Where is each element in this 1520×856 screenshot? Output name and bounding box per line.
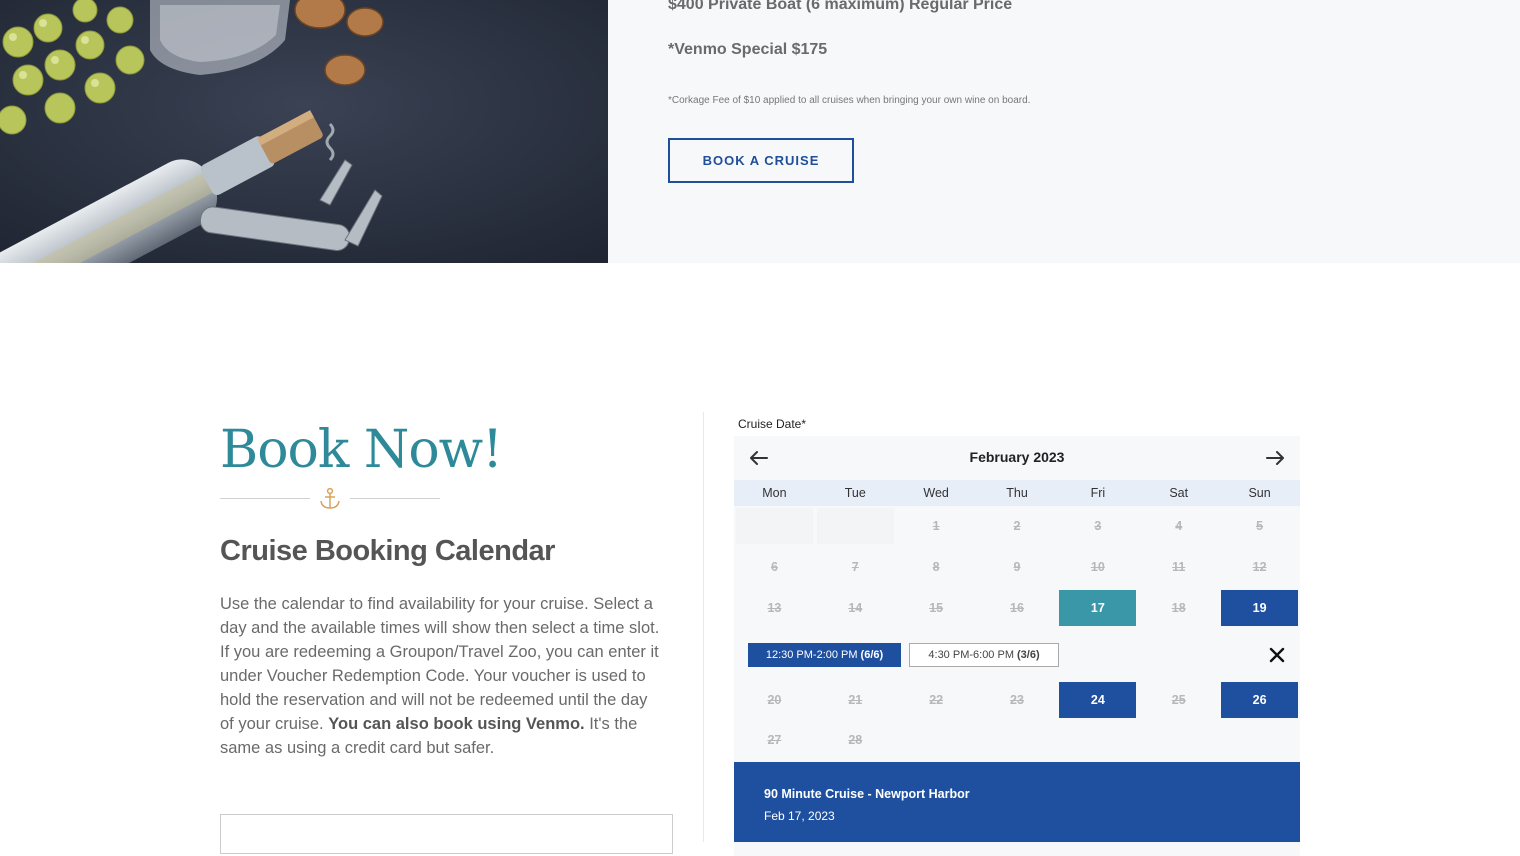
- weekday-label: Sun: [1248, 486, 1271, 500]
- calendar-day: 23: [978, 682, 1056, 718]
- calendar-day: 28: [816, 722, 894, 758]
- weekday-label: Thu: [1006, 486, 1028, 500]
- cruise-date-label: Cruise Date*: [738, 417, 807, 431]
- wine-photo: [0, 0, 608, 263]
- weekday-label: Fri: [1090, 486, 1106, 500]
- weekday-header: Mon Tue Wed Thu Fri Sat Sun: [734, 480, 1300, 506]
- time-slot-time: 4:30 PM-6:00 PM: [928, 649, 1014, 661]
- book-cruise-button[interactable]: BOOK A CRUISE: [668, 138, 854, 183]
- arrow-right-icon[interactable]: [1263, 446, 1287, 470]
- description-venmo-text: You can also book using Venmo.: [328, 715, 585, 733]
- cruise-name: 90 Minute Cruise - Newport Harbor: [764, 787, 970, 801]
- description-text: Use the calendar to find availability fo…: [220, 595, 660, 733]
- wine-hero-image: [0, 0, 608, 263]
- time-slot-capacity: (6/6): [860, 649, 884, 661]
- calendar-day: 25: [1140, 682, 1218, 718]
- calendar-day: 6: [735, 549, 813, 585]
- calendar-day: 22: [897, 682, 975, 718]
- calendar-day[interactable]: 17: [1059, 590, 1137, 626]
- time-slot-time: 12:30 PM-2:00 PM: [765, 649, 858, 661]
- heading-divider: [220, 487, 440, 511]
- calendar-day: 1: [897, 508, 975, 544]
- weekday-label: Mon: [762, 486, 787, 500]
- weekday-label: Sat: [1169, 486, 1189, 500]
- calendar-day[interactable]: 24: [1059, 682, 1137, 718]
- column-divider: [703, 412, 704, 842]
- calendar-empty-cell: [735, 508, 813, 544]
- book-now-heading: Book Now!: [220, 420, 503, 480]
- selected-cruise-summary: 90 Minute Cruise - Newport Harbor Feb 17…: [734, 762, 1300, 842]
- calendar-day: 11: [1140, 549, 1218, 585]
- calendar-day: 3: [1059, 508, 1137, 544]
- weekday-label: Tue: [844, 486, 866, 500]
- calendar-day[interactable]: 26: [1221, 682, 1299, 718]
- voucher-code-field[interactable]: [220, 814, 673, 854]
- calendar-day: 18: [1140, 590, 1218, 626]
- cruise-date: Feb 17, 2023: [764, 809, 835, 823]
- anchor-icon: [320, 487, 340, 509]
- month-title: February 2023: [969, 449, 1065, 465]
- time-slot-2[interactable]: 4:30 PM-6:00 PM (3/6): [909, 643, 1059, 667]
- booking-description: Use the calendar to find availability fo…: [220, 592, 660, 760]
- calendar-day: 5: [1221, 508, 1299, 544]
- weekday-label: Wed: [923, 486, 949, 500]
- calendar-day: 15: [897, 590, 975, 626]
- calendar-day: 16: [978, 590, 1056, 626]
- calendar-day: 7: [816, 549, 894, 585]
- calendar-day: 13: [735, 590, 813, 626]
- calendar-day: 9: [978, 549, 1056, 585]
- corkage-note: *Corkage Fee of $10 applied to all cruis…: [668, 95, 1031, 106]
- divider-line-left: [220, 498, 310, 499]
- calendar-day[interactable]: 19: [1221, 590, 1299, 626]
- calendar-header: February 2023: [734, 436, 1300, 480]
- top-section: $400 Private Boat (6 maximum) Regular Pr…: [0, 0, 1520, 263]
- calendar-day: 21: [816, 682, 894, 718]
- venmo-special-price: *Venmo Special $175: [668, 41, 828, 58]
- calendar-day: 4: [1140, 508, 1218, 544]
- pricing-panel: $400 Private Boat (6 maximum) Regular Pr…: [608, 0, 1520, 263]
- divider-line-right: [350, 498, 440, 499]
- calendar-day: 2: [978, 508, 1056, 544]
- time-slots-row: 12:30 PM-2:00 PM (6/6) 4:30 PM-6:00 PM (…: [734, 637, 1300, 673]
- calendar-section-title: Cruise Booking Calendar: [220, 535, 555, 567]
- calendar-day: 12: [1221, 549, 1299, 585]
- time-slot-1[interactable]: 12:30 PM-2:00 PM (6/6): [748, 643, 901, 667]
- time-slot-capacity: (3/6): [1016, 649, 1040, 661]
- close-icon[interactable]: [1268, 646, 1286, 664]
- calendar-day: 8: [897, 549, 975, 585]
- calendar-day: 14: [816, 590, 894, 626]
- calendar-day: 20: [735, 682, 813, 718]
- calendar-day: 10: [1059, 549, 1137, 585]
- calendar-empty-cell: [816, 508, 894, 544]
- regular-price: $400 Private Boat (6 maximum) Regular Pr…: [668, 0, 1013, 13]
- calendar-day: 27: [735, 722, 813, 758]
